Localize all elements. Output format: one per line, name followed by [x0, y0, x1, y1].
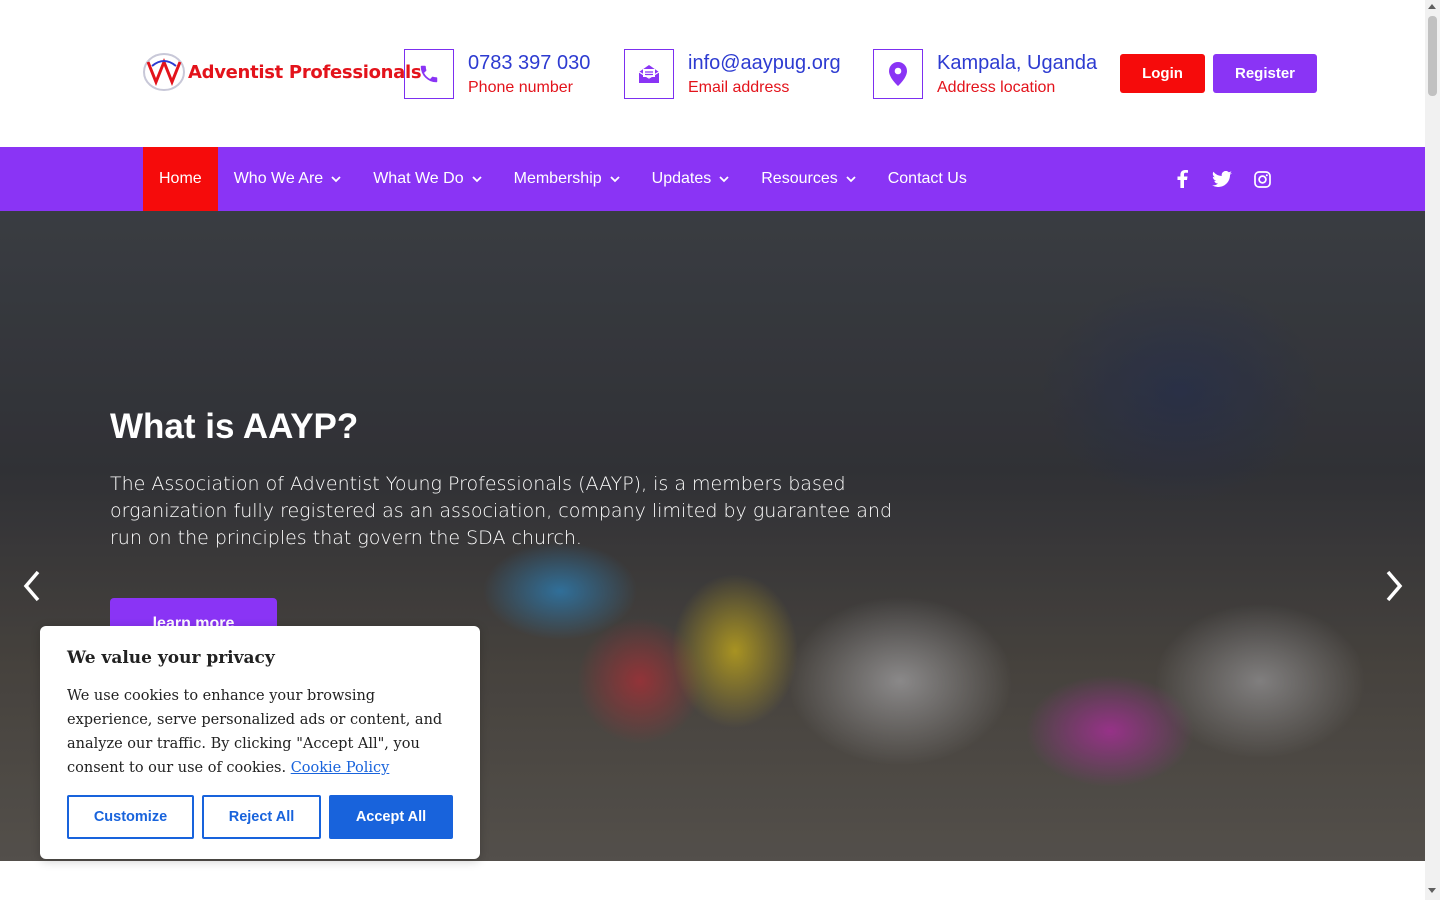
email-icon: [624, 49, 674, 99]
instagram-icon[interactable]: [1252, 169, 1272, 189]
login-button[interactable]: Login: [1120, 54, 1205, 93]
nav-item-updates[interactable]: Updates: [636, 147, 746, 211]
nav-item-what-we-do[interactable]: What We Do: [357, 147, 497, 211]
facebook-icon[interactable]: [1172, 169, 1192, 189]
nav-item-label: Membership: [513, 170, 602, 187]
contact-location: Kampala, Uganda Address location: [873, 49, 1097, 99]
hero-title: What is AAYP?: [110, 407, 359, 446]
nav-item-who-we-are[interactable]: Who We Are: [218, 147, 358, 211]
contact-phone: 0783 397 030 Phone number: [404, 49, 590, 99]
location-text[interactable]: Kampala, Uganda: [937, 49, 1097, 77]
location-icon: [873, 49, 923, 99]
nav-item-label: Who We Are: [233, 170, 324, 187]
nav-item-label: What We Do: [373, 170, 464, 187]
main-nav: Home Who We Are What We Do Membership Up…: [0, 147, 1425, 211]
accept-all-button[interactable]: Accept All: [329, 795, 453, 839]
email-address[interactable]: info@aaypug.org: [688, 49, 841, 77]
customize-button[interactable]: Customize: [67, 795, 194, 839]
chevron-down-icon: [719, 176, 729, 183]
cookie-text: We use cookies to enhance your browsing …: [67, 684, 453, 780]
email-label: Email address: [688, 79, 790, 96]
scroll-down-icon[interactable]: [1428, 888, 1436, 893]
nav-item-label: Home: [159, 170, 202, 187]
cookie-title: We value your privacy: [67, 648, 275, 668]
chevron-down-icon: [846, 176, 856, 183]
hero-text: The Association of Adventist Young Profe…: [110, 473, 893, 549]
contact-email: info@aaypug.org Email address: [624, 49, 841, 99]
phone-number[interactable]: 0783 397 030: [468, 49, 590, 77]
location-label: Address location: [937, 79, 1056, 96]
nav-item-membership[interactable]: Membership: [498, 147, 636, 211]
register-button[interactable]: Register: [1213, 54, 1317, 93]
phone-icon: [404, 49, 454, 99]
slider-prev-icon[interactable]: [18, 566, 44, 606]
cookie-policy-link[interactable]: Cookie Policy: [291, 760, 390, 776]
cookie-consent-dialog: We value your privacy We use cookies to …: [40, 626, 480, 859]
scrollbar-thumb[interactable]: [1428, 16, 1437, 96]
page-scrollbar[interactable]: [1425, 0, 1440, 900]
content-card: [143, 861, 1283, 900]
nav-item-contact-us[interactable]: Contact Us: [872, 147, 983, 211]
site-logo[interactable]: Adventist Professionals: [142, 52, 422, 92]
nav-item-label: Contact Us: [887, 170, 967, 187]
slider-next-icon[interactable]: [1382, 566, 1408, 606]
hero-content: What is AAYP? The Association of Adventi…: [110, 407, 900, 552]
reject-all-button[interactable]: Reject All: [202, 795, 321, 839]
scroll-up-icon[interactable]: [1428, 4, 1436, 9]
nav-item-label: Updates: [651, 170, 712, 187]
logo-mark-icon: [142, 52, 186, 92]
chevron-down-icon: [610, 176, 620, 183]
twitter-icon[interactable]: [1212, 169, 1232, 189]
logo-text: Adventist Professionals: [188, 61, 422, 83]
social-links: [1172, 147, 1272, 211]
site-header: Adventist Professionals 0783 397 030 Pho…: [0, 0, 1425, 147]
chevron-down-icon: [471, 176, 482, 183]
nav-item-label: Resources: [761, 170, 838, 187]
nav-item-home[interactable]: Home: [143, 147, 218, 211]
chevron-down-icon: [331, 176, 341, 183]
phone-label: Phone number: [468, 79, 573, 96]
nav-item-resources[interactable]: Resources: [745, 147, 871, 211]
